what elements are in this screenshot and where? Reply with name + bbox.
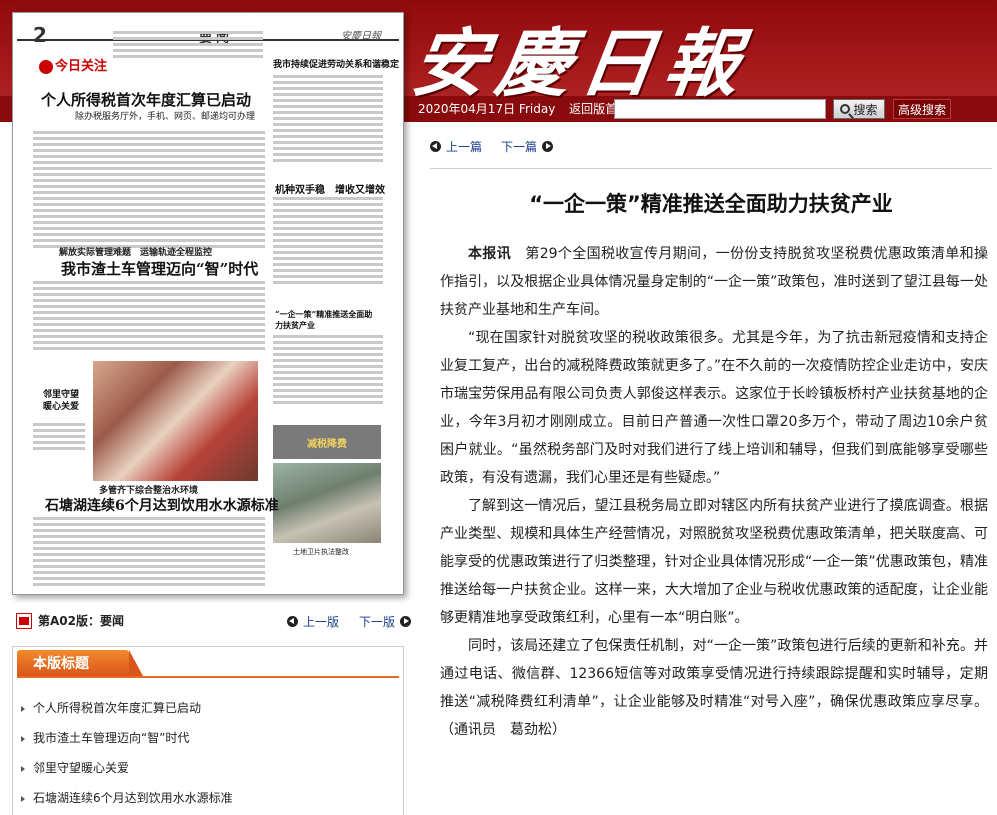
caption-lines — [33, 423, 85, 453]
article-2-lines — [33, 281, 265, 353]
page-paper-logo: 安慶日報 — [341, 31, 381, 42]
prev-page-link[interactable]: 上一版 — [287, 613, 339, 630]
side-column-lines — [273, 75, 383, 165]
search-button[interactable]: 搜索 — [833, 99, 885, 119]
edition-label: 第A02版：要闻 — [38, 614, 124, 628]
page-number: 2 — [33, 23, 47, 47]
bullet-icon — [21, 795, 25, 802]
advanced-search-button[interactable]: 高级搜索 — [893, 99, 951, 119]
page-headline-2[interactable]: 我市渣土车管理迈向“智”时代 — [61, 258, 258, 279]
weekday-text: Friday — [518, 102, 556, 116]
side-3-lines — [273, 335, 383, 407]
arrow-right-icon — [400, 616, 412, 627]
page-side-headline[interactable]: 我市持续促进劳动关系和谐稳定 — [273, 57, 399, 70]
newspaper-page-image[interactable]: 2 要闻 安慶日報 今日关注 个人所得税首次年度汇算已启动 除办税服务厅外，手机… — [12, 12, 404, 595]
article-3-lines — [33, 517, 265, 589]
bullet-icon — [21, 765, 25, 772]
page-subhead-1: 除办税服务厅外，手机、网页、邮递均可办理 — [75, 112, 256, 122]
list-item[interactable]: 我市渣土车管理迈向“智”时代 — [21, 729, 189, 746]
pdf-icon[interactable] — [16, 613, 32, 629]
article-divider — [430, 168, 992, 169]
bullet-icon — [21, 705, 25, 712]
side-2-lines — [273, 197, 383, 287]
headline-list-bar — [17, 676, 399, 678]
next-page-link[interactable]: 下一版 — [359, 613, 412, 630]
arrow-right-icon — [542, 141, 554, 152]
bullet-icon — [21, 735, 25, 742]
list-item[interactable]: 个人所得税首次年度汇算已启动 — [21, 699, 201, 716]
focus-label: 今日关注 — [39, 55, 107, 74]
article-paragraph: 了解到这一情况后，望江县税务局立即对辖区内所有扶贫产业进行了摸底调查。根据产业类… — [440, 498, 988, 626]
article-1-lines — [33, 131, 265, 251]
article-body: 本报讯 第29个全国税收宣传月期间，一份份支持脱贫攻坚税费优惠政策清单和操作指引… — [440, 240, 988, 744]
page-side-title-3[interactable]: “一企一策”精准推送全面助力扶贫产业 — [275, 309, 375, 331]
list-item[interactable]: 石塘湖连续6个月达到饮用水水源标准 — [21, 789, 233, 806]
page-headline-3[interactable]: 石塘湖连续6个月达到饮用水水源标准 — [45, 495, 279, 515]
date-text: 2020年04月17日 — [418, 102, 516, 116]
page-subhead-2: 解放实际管理难题 运输轨迹全程监控 — [59, 248, 213, 258]
article-paragraph: 本报讯 第29个全国税收宣传月期间，一份份支持脱贫攻坚税费优惠政策清单和操作指引… — [440, 246, 988, 318]
arrow-left-icon — [287, 616, 298, 627]
article-lead: 本报讯 — [468, 246, 512, 262]
intro-lines — [113, 31, 263, 61]
list-item[interactable]: 邻里守望暖心关爱 — [21, 759, 129, 776]
page-photo-land — [273, 463, 381, 543]
tax-banner-image: 减税降费 — [273, 425, 381, 459]
page-photo-celebration — [93, 361, 258, 481]
next-article-link[interactable]: 下一篇 — [501, 138, 554, 155]
search-icon — [840, 104, 851, 114]
headline-list-title: 本版标题 — [17, 650, 143, 676]
headline-list-box: 本版标题 个人所得税首次年度汇算已启动 我市渣土车管理迈向“智”时代 邻里守望暖… — [12, 646, 404, 815]
page-side-title-2[interactable]: 机种双手稳 增收又增效 — [275, 181, 385, 196]
back-to-front-link[interactable]: 返回版首 — [569, 102, 617, 116]
prev-article-link[interactable]: 上一篇 — [430, 138, 482, 155]
article-title: “一企一策”精准推送全面助力扶贫产业 — [529, 192, 893, 216]
search-input[interactable] — [614, 99, 826, 119]
page-photo-caption: 土地卫片执法整改 — [293, 548, 349, 556]
eye-icon — [39, 59, 53, 74]
page-side-caption: 邻里守望暖心关爱 — [43, 390, 80, 412]
search-button-label: 搜索 — [853, 102, 878, 117]
article-paragraph: “现在国家针对脱贫攻坚的税收政策很多。尤其是今年，为了抗击新冠疫情和支持企业复工… — [440, 330, 988, 486]
page-headline-1[interactable]: 个人所得税首次年度汇算已启动 — [41, 89, 251, 110]
date-bar: 2020年04月17日 Friday 返回版首 — [418, 100, 617, 117]
article-paragraph: 同时，该局还建立了包保责任机制，对“一企一策”政策包进行后续的更新和补充。并通过… — [440, 638, 988, 738]
arrow-left-icon — [430, 141, 441, 152]
masthead-logo: 安慶日報 — [406, 21, 755, 107]
